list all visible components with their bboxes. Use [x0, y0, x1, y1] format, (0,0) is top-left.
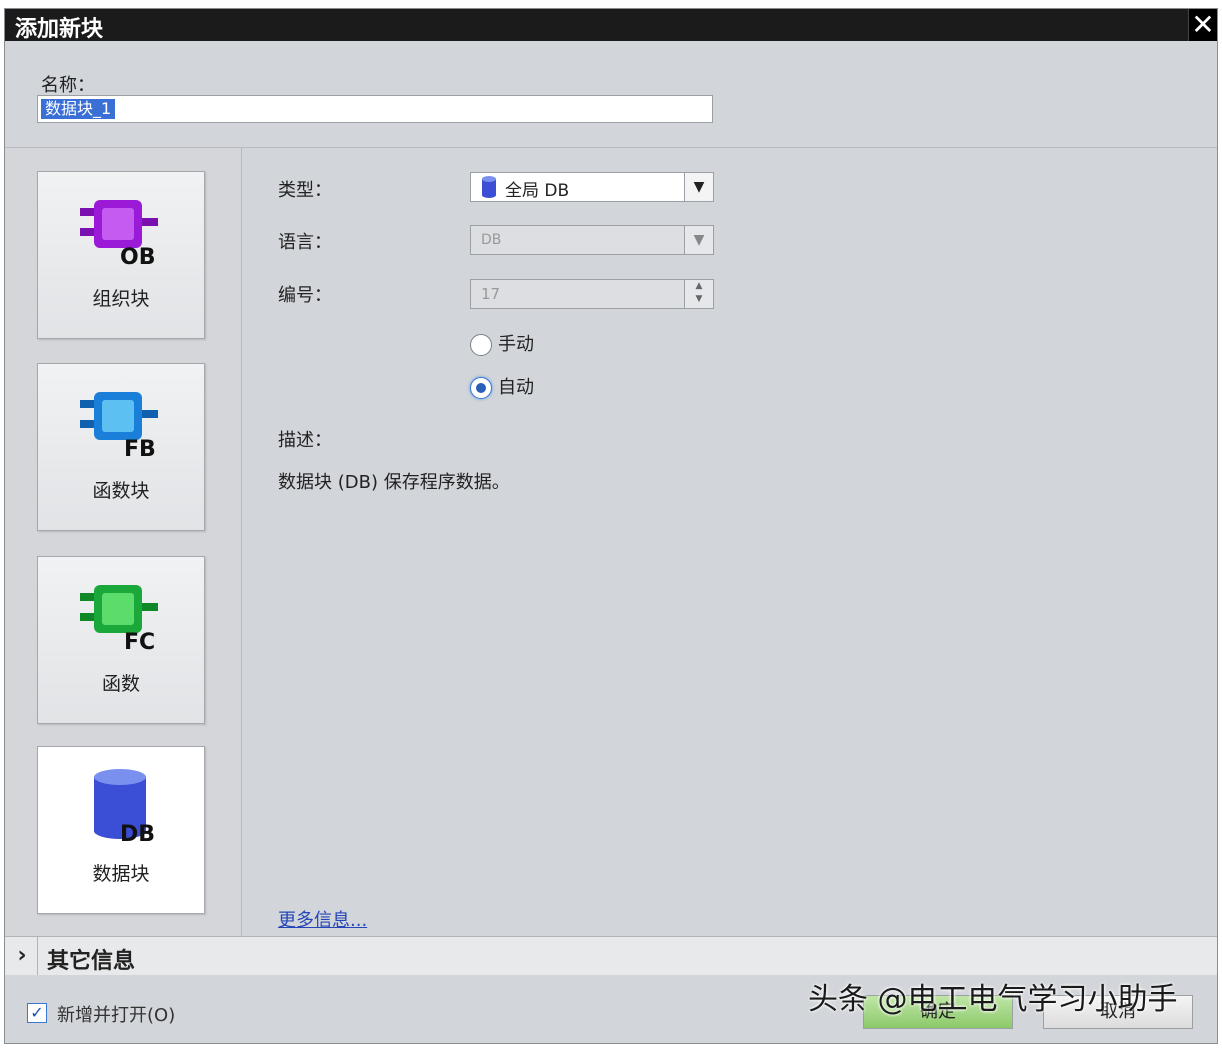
chevron-right-icon[interactable]: ›: [7, 937, 38, 975]
add-and-open-checkbox[interactable]: ✓: [27, 1003, 47, 1023]
block-type-panel: OB 组织块 FB 函数块 FC 函数: [5, 148, 242, 936]
more-info-link[interactable]: 更多信息...: [278, 906, 367, 932]
number-spinner[interactable]: 17 ▲▼: [470, 279, 714, 309]
number-spinner-value: 17: [481, 285, 500, 303]
name-input[interactable]: 数据块_1: [37, 95, 713, 123]
watermark-text: 头条 @电工电气学习小助手: [808, 974, 1178, 1018]
database-icon: [481, 176, 497, 198]
language-dropdown-value: DB: [481, 232, 501, 248]
radio-manual-circle[interactable]: [470, 334, 492, 356]
fb-icon-code: FB: [124, 437, 156, 462]
description-text: 数据块 (DB) 保存程序数据。: [278, 468, 510, 494]
db-icon: DB: [76, 767, 166, 847]
type-dropdown-value: 全局 DB: [505, 176, 569, 201]
type-dropdown[interactable]: 全局 DB ▼: [470, 172, 714, 202]
additional-info-section[interactable]: › 其它信息: [5, 936, 1217, 976]
fc-icon: FC: [76, 577, 166, 657]
spinner-arrows-icon[interactable]: ▲▼: [684, 280, 713, 308]
fb-icon: FB: [76, 384, 166, 464]
tile-label-db: 数据块: [38, 859, 204, 886]
tile-label-fb: 函数块: [38, 476, 204, 503]
ob-icon: OB: [76, 192, 166, 272]
type-label: 类型：: [278, 176, 332, 202]
add-new-block-dialog: 添加新块 ✕ 名称： 数据块_1 OB 组织块: [4, 8, 1218, 1044]
tile-label-ob: 组织块: [38, 284, 204, 311]
number-label: 编号：: [278, 281, 332, 307]
radio-manual-label: 手动: [498, 334, 534, 355]
close-button[interactable]: ✕: [1188, 9, 1217, 41]
fc-icon-code: FC: [124, 630, 155, 655]
ob-icon-code: OB: [120, 245, 155, 270]
chevron-down-icon[interactable]: ▼: [684, 173, 713, 201]
db-icon-code: DB: [120, 822, 155, 847]
dialog-title: 添加新块: [15, 11, 103, 43]
chevron-down-icon[interactable]: ▼: [684, 226, 713, 254]
radio-manual[interactable]: 手动: [470, 330, 534, 356]
radio-auto[interactable]: 自动: [470, 373, 534, 399]
radio-auto-circle[interactable]: [470, 377, 492, 399]
tile-organization-block[interactable]: OB 组织块: [37, 171, 205, 339]
name-input-value: 数据块_1: [41, 99, 115, 119]
language-label: 语言：: [278, 228, 332, 254]
add-and-open-label: 新增并打开(O): [57, 1001, 175, 1027]
block-properties-panel: 类型： 全局 DB ▼ 语言： DB ▼ 编号： 17 ▲▼ 手动 自动 描述：: [242, 148, 1217, 936]
tile-function-block[interactable]: FB 函数块: [37, 363, 205, 531]
description-label: 描述：: [278, 426, 332, 452]
tile-label-fc: 函数: [38, 669, 204, 696]
language-dropdown[interactable]: DB ▼: [470, 225, 714, 255]
name-label: 名称：: [41, 71, 95, 97]
title-bar: 添加新块 ✕: [5, 9, 1217, 41]
radio-auto-label: 自动: [498, 377, 534, 398]
additional-info-label: 其它信息: [47, 943, 135, 975]
tile-function[interactable]: FC 函数: [37, 556, 205, 724]
tile-data-block[interactable]: DB 数据块: [37, 746, 205, 914]
